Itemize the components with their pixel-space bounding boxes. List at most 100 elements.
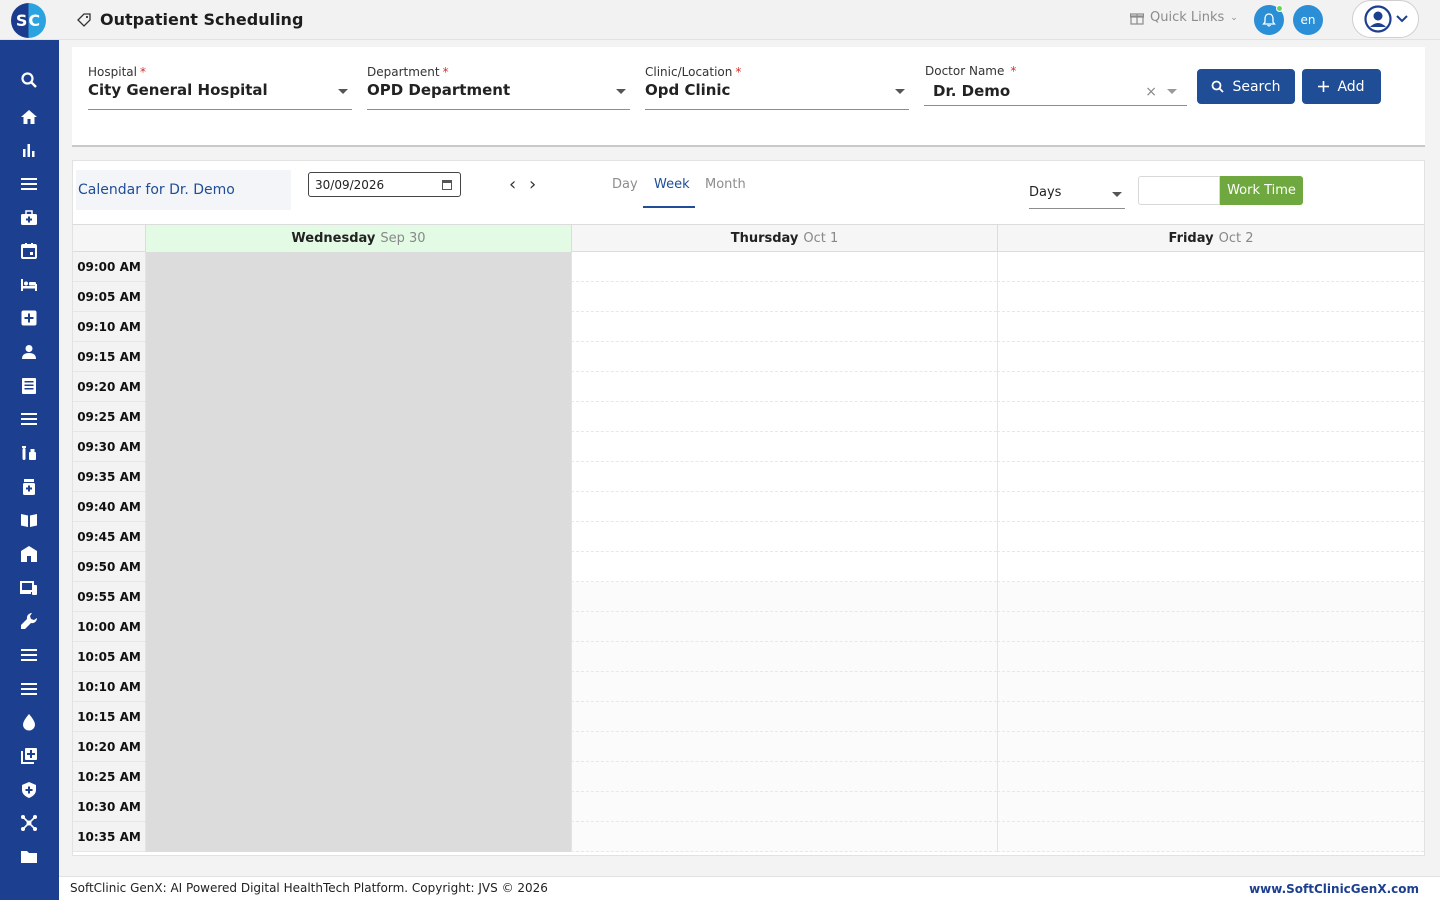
pill-bottle-icon[interactable] (18, 476, 40, 498)
blood-drop-icon[interactable] (18, 711, 40, 733)
open-book-icon[interactable] (18, 509, 40, 531)
calendar-icon[interactable] (18, 240, 40, 262)
time-slot[interactable] (145, 312, 571, 342)
work-time-input[interactable] (1138, 176, 1220, 205)
time-slot[interactable] (571, 672, 997, 702)
add-button[interactable]: Add (1302, 69, 1381, 104)
wrench-icon[interactable] (18, 610, 40, 632)
day-header-friday[interactable]: Friday Oct 2 (997, 225, 1424, 252)
time-slot[interactable] (145, 432, 571, 462)
profile-menu[interactable] (1352, 0, 1419, 38)
time-slot[interactable] (571, 612, 997, 642)
shield-icon[interactable] (18, 779, 40, 801)
time-slot[interactable] (145, 612, 571, 642)
time-slot[interactable] (571, 822, 997, 852)
range-select[interactable]: Days (1029, 179, 1125, 209)
time-slot[interactable] (571, 642, 997, 672)
time-slot[interactable] (571, 312, 997, 342)
time-slot[interactable] (145, 402, 571, 432)
time-slot[interactable] (571, 522, 997, 552)
day-header-thursday[interactable]: Thursday Oct 1 (571, 225, 997, 252)
time-slot[interactable] (997, 402, 1424, 432)
calendar-icon[interactable] (442, 180, 452, 190)
time-slot[interactable] (571, 342, 997, 372)
time-slot[interactable] (997, 252, 1424, 282)
menu-icon[interactable] (18, 678, 40, 700)
hospital-select[interactable]: Hospital * City General Hospital (88, 65, 352, 110)
time-slot[interactable] (997, 282, 1424, 312)
time-slot[interactable] (145, 762, 571, 792)
next-arrow-button[interactable]: › (529, 174, 536, 195)
home-icon[interactable] (18, 106, 40, 128)
prev-arrow-button[interactable]: ‹ (509, 174, 516, 195)
time-slot[interactable] (997, 552, 1424, 582)
time-slot[interactable] (145, 822, 571, 852)
time-slot[interactable] (571, 252, 997, 282)
time-slot[interactable] (997, 342, 1424, 372)
time-slot[interactable] (997, 582, 1424, 612)
language-button[interactable]: en (1293, 5, 1323, 35)
time-slot[interactable] (997, 312, 1424, 342)
bed-icon[interactable] (18, 274, 40, 296)
time-slot[interactable] (997, 732, 1424, 762)
time-slot[interactable] (571, 732, 997, 762)
time-slot[interactable] (571, 402, 997, 432)
time-slot[interactable] (145, 552, 571, 582)
time-slot[interactable] (571, 582, 997, 612)
time-slot[interactable] (145, 672, 571, 702)
day-header-wednesday[interactable]: Wednesday Sep 30 (145, 225, 571, 252)
devices-icon[interactable] (18, 577, 40, 599)
menu-icon[interactable] (18, 173, 40, 195)
time-slot[interactable] (997, 372, 1424, 402)
website-link[interactable]: www.SoftClinicGenX.com (1249, 882, 1419, 896)
time-slot[interactable] (997, 702, 1424, 732)
time-slot[interactable] (145, 792, 571, 822)
time-slot[interactable] (145, 462, 571, 492)
tab-day[interactable]: Day (612, 177, 638, 192)
medical-plus-icon[interactable] (18, 307, 40, 329)
time-slot[interactable] (145, 642, 571, 672)
lab-tubes-icon[interactable] (18, 442, 40, 464)
time-slot[interactable] (145, 522, 571, 552)
menu-icon[interactable] (18, 644, 40, 666)
time-slot[interactable] (571, 372, 997, 402)
quick-links-menu[interactable]: Quick Links ⌄ (1130, 10, 1238, 25)
time-slot[interactable] (571, 762, 997, 792)
time-slot[interactable] (571, 492, 997, 522)
app-logo[interactable]: SC (11, 3, 46, 38)
time-slot[interactable] (145, 582, 571, 612)
time-slot[interactable] (997, 522, 1424, 552)
time-slot[interactable] (145, 372, 571, 402)
time-slot[interactable] (571, 282, 997, 312)
time-slot[interactable] (997, 432, 1424, 462)
folder-icon[interactable] (18, 846, 40, 868)
time-slot[interactable] (997, 642, 1424, 672)
list-icon[interactable] (18, 408, 40, 430)
document-icon[interactable] (18, 375, 40, 397)
clinic-select[interactable]: Clinic/Location * Opd Clinic (645, 65, 909, 110)
tab-week[interactable]: Week (654, 177, 690, 192)
user-icon[interactable] (18, 341, 40, 363)
time-slot[interactable] (571, 792, 997, 822)
time-slot[interactable] (571, 432, 997, 462)
time-slot[interactable] (145, 282, 571, 312)
time-slot[interactable] (145, 342, 571, 372)
work-time-button[interactable]: Work Time (1220, 176, 1303, 205)
briefcase-medical-icon[interactable] (18, 207, 40, 229)
bar-chart-icon[interactable] (18, 139, 40, 161)
time-slot[interactable] (571, 462, 997, 492)
time-slot[interactable] (997, 492, 1424, 522)
time-slot[interactable] (997, 462, 1424, 492)
time-slot[interactable] (997, 672, 1424, 702)
time-slot[interactable] (145, 702, 571, 732)
tab-month[interactable]: Month (705, 177, 746, 192)
building-icon[interactable] (18, 543, 40, 565)
time-slot[interactable] (145, 252, 571, 282)
clear-icon[interactable]: × (1145, 84, 1157, 100)
search-icon[interactable] (18, 69, 40, 91)
doctor-select[interactable]: Doctor Name * Dr. Demo × (924, 64, 1187, 106)
time-slot[interactable] (145, 492, 571, 522)
search-button[interactable]: Search (1197, 69, 1295, 104)
time-slot[interactable] (571, 702, 997, 732)
time-slot[interactable] (997, 792, 1424, 822)
